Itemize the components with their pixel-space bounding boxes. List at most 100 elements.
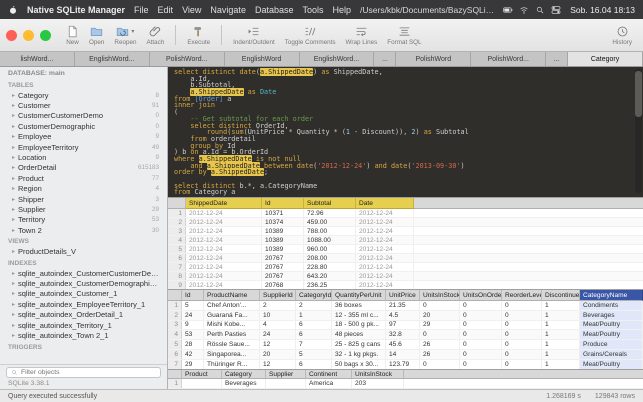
disclosure-triangle-icon[interactable]: ▸ xyxy=(12,185,15,192)
toolbar-button-reopen[interactable]: ▾ Reopen xyxy=(109,19,141,51)
column-header-discontinued[interactable]: Discontinued xyxy=(542,290,580,301)
sql-editor[interactable]: select distinct date(a.ShippedDate) as S… xyxy=(168,67,643,197)
tab-overflow-8[interactable]: ... xyxy=(546,52,569,66)
column-header-unitsonorder[interactable]: UnitsOnOrder xyxy=(460,290,502,301)
filter-objects-field[interactable] xyxy=(6,367,161,378)
table-row[interactable]: 1 5 Chef Anton'... 2 2 36 boxes 21.35 0 0 0 1 Condi… xyxy=(168,301,643,311)
sidebar-item-supplier[interactable]: ▸ Supplier 29 xyxy=(0,204,167,214)
wifi-icon[interactable] xyxy=(519,5,529,15)
table-row[interactable]: 3 2012-12-24 10389 788.00 2012-12-24 xyxy=(168,227,643,236)
sidebar-item-employee[interactable]: ▸ Employee 9 xyxy=(0,132,167,142)
sidebar-item-location[interactable]: ▸ Location 9 xyxy=(0,152,167,162)
history-button[interactable]: History xyxy=(607,19,637,51)
toolbar-button-wrap-lines[interactable]: Wrap Lines xyxy=(341,19,383,51)
disclosure-triangle-icon[interactable]: ▸ xyxy=(12,154,15,161)
disclosure-triangle-icon[interactable]: ▸ xyxy=(12,175,15,182)
toolbar-button-execute[interactable]: Execute xyxy=(182,19,215,51)
toolbar-button-attach[interactable]: Attach xyxy=(141,19,169,51)
sidebar-item-orderdetail[interactable]: ▸ OrderDetail 615183 xyxy=(0,163,167,173)
chevron-down-icon[interactable]: ▾ xyxy=(131,28,134,35)
menu-database[interactable]: Database xyxy=(255,5,294,15)
zoom-button[interactable] xyxy=(40,29,51,41)
sidebar-item-sqlite-autoindex-customer-1[interactable]: ▸ sqlite_autoindex_Customer_1 xyxy=(0,289,167,299)
column-header-supplier[interactable]: Supplier xyxy=(266,370,306,379)
column-header-category[interactable]: Category xyxy=(222,370,266,379)
tab-polishword-7[interactable]: PolishWord... xyxy=(471,52,547,66)
sidebar-item-customer[interactable]: ▸ Customer 91 xyxy=(0,100,167,110)
disclosure-triangle-icon[interactable]: ▸ xyxy=(12,227,15,234)
filter-objects-input[interactable] xyxy=(21,369,156,376)
sidebar-item-shipper[interactable]: ▸ Shipper 3 xyxy=(0,194,167,204)
menu-edit[interactable]: Edit xyxy=(158,5,174,15)
disclosure-triangle-icon[interactable]: ▸ xyxy=(12,270,15,277)
disclosure-triangle-icon[interactable]: ▸ xyxy=(12,196,15,203)
toolbar-button-open[interactable]: Open xyxy=(84,19,109,51)
tab-lishword-0[interactable]: lishWord... xyxy=(0,52,75,66)
table-row[interactable]: 8 2012-12-24 20767 643.20 2012-12-24 xyxy=(168,272,643,281)
table-row[interactable]: 9 2012-12-24 20768 236.25 2012-12-24 xyxy=(168,281,643,289)
toolbar-button-format-sql[interactable]: Format SQL xyxy=(382,19,426,51)
table-row[interactable]: 7 2012-12-24 20767 228.80 2012-12-24 xyxy=(168,263,643,272)
menubar-clock[interactable]: Sob. 16.04 18:13 xyxy=(570,5,635,15)
sidebar-item-sqlite-autoindex-customercustomerdemo-1[interactable]: ▸ sqlite_autoindex_CustomerCustomerDemo_1 xyxy=(0,268,167,278)
table-row[interactable]: 1 Beverages America 203 xyxy=(168,379,643,389)
column-header-date[interactable]: Date xyxy=(356,198,414,209)
disclosure-triangle-icon[interactable]: ▸ xyxy=(12,92,15,99)
table-row[interactable]: 3 9 Mishi Kobe... 4 6 18 - 500 g pk... 97 29 0 0 1… xyxy=(168,320,643,331)
sidebar-item-customerdemographic[interactable]: ▸ CustomerDemographic 0 xyxy=(0,121,167,131)
column-header-categoryname[interactable]: CategoryName xyxy=(580,290,643,301)
sidebar-item-sqlite-autoindex-employeeterritory-1[interactable]: ▸ sqlite_autoindex_EmployeeTerritory_1 xyxy=(0,299,167,309)
tab-englishword-3[interactable]: EnglishWord xyxy=(224,52,300,66)
menu-view[interactable]: View xyxy=(182,5,201,15)
disclosure-triangle-icon[interactable]: ▸ xyxy=(12,102,15,109)
editor-scrollbar[interactable] xyxy=(635,69,642,193)
tab-category-9[interactable]: Category xyxy=(568,52,643,66)
tab-polishword-6[interactable]: PolishWord xyxy=(396,52,472,66)
disclosure-triangle-icon[interactable]: ▸ xyxy=(12,123,15,130)
column-header-unitprice[interactable]: UnitPrice xyxy=(386,290,420,301)
disclosure-triangle-icon[interactable]: ▸ xyxy=(12,248,15,255)
column-header-quantityperunit[interactable]: QuantityPerUnit xyxy=(332,290,386,301)
column-header-id[interactable]: Id xyxy=(262,198,304,209)
tab-polishword-2[interactable]: PolishWord... xyxy=(149,52,225,66)
column-header-unitsinstock[interactable]: UnitsInStock xyxy=(420,290,460,301)
column-header-continent[interactable]: Continent xyxy=(306,370,352,379)
column-header-supplierid[interactable]: SupplierId xyxy=(260,290,296,301)
battery-icon[interactable] xyxy=(503,5,513,15)
sidebar-item-town-2[interactable]: ▸ Town 2 30 xyxy=(0,225,167,235)
disclosure-triangle-icon[interactable]: ▸ xyxy=(12,301,15,308)
sidebar-item-sqlite-autoindex-town-2-1[interactable]: ▸ sqlite_autoindex_Town 2_1 xyxy=(0,330,167,340)
disclosure-triangle-icon[interactable]: ▸ xyxy=(12,144,15,151)
sidebar-item-region[interactable]: ▸ Region 4 xyxy=(0,184,167,194)
sidebar-item-customercustomerdemo[interactable]: ▸ CustomerCustomerDemo 0 xyxy=(0,111,167,121)
menu-file[interactable]: File xyxy=(134,5,149,15)
sidebar-item-sqlite-autoindex-customerdemographic-1[interactable]: ▸ sqlite_autoindex_CustomerDemographic_1 xyxy=(0,278,167,288)
column-header-reorderlevel[interactable]: ReorderLevel xyxy=(502,290,542,301)
apple-menu-icon[interactable] xyxy=(8,5,18,15)
disclosure-triangle-icon[interactable]: ▸ xyxy=(12,216,15,223)
table-row[interactable]: 7 29 Thüringer R... 12 6 50 bags x 30... 123.7… xyxy=(168,359,643,369)
disclosure-triangle-icon[interactable]: ▸ xyxy=(12,322,15,329)
sidebar-item-category[interactable]: ▸ Category 8 xyxy=(0,90,167,100)
sidebar-item-sqlite-autoindex-orderdetail-1[interactable]: ▸ sqlite_autoindex_OrderDetail_1 xyxy=(0,309,167,319)
spotlight-icon[interactable] xyxy=(535,5,545,15)
toolbar-button-new[interactable]: New xyxy=(61,19,84,51)
disclosure-triangle-icon[interactable]: ▸ xyxy=(12,133,15,140)
app-name-menu[interactable]: Native SQLite Manager xyxy=(27,5,125,15)
column-header-unitsinstock[interactable]: UnitsInStock xyxy=(352,370,404,379)
column-header-product[interactable]: Product xyxy=(182,370,222,379)
toolbar-button-indent-outdent[interactable]: Indent/Outdent xyxy=(228,19,280,51)
menu-help[interactable]: Help xyxy=(333,5,352,15)
tab-overflow-5[interactable]: ... xyxy=(374,52,397,66)
column-header-categoryid[interactable]: CategoryId xyxy=(296,290,332,301)
tab-englishword-1[interactable]: EnglishWord... xyxy=(74,52,150,66)
disclosure-triangle-icon[interactable]: ▸ xyxy=(12,112,15,119)
column-header-productname[interactable]: ProductName xyxy=(204,290,260,301)
table-row[interactable]: 6 2012-12-24 20767 208.00 2012-12-24 xyxy=(168,254,643,263)
close-button[interactable] xyxy=(6,29,17,41)
sidebar-item-sqlite-autoindex-territory-1[interactable]: ▸ sqlite_autoindex_Territory_1 xyxy=(0,320,167,330)
table-row[interactable]: 6 42 Singaporea... 20 5 32 - 1 kg pkgs. 14 26 0 0… xyxy=(168,349,643,360)
table-row[interactable]: 1 2012-12-24 10371 72.96 2012-12-24 xyxy=(168,209,643,218)
table-row[interactable]: 2 2012-12-24 10374 459.00 2012-12-24 xyxy=(168,218,643,227)
sidebar-item-employeeterritory[interactable]: ▸ EmployeeTerritory 49 xyxy=(0,142,167,152)
